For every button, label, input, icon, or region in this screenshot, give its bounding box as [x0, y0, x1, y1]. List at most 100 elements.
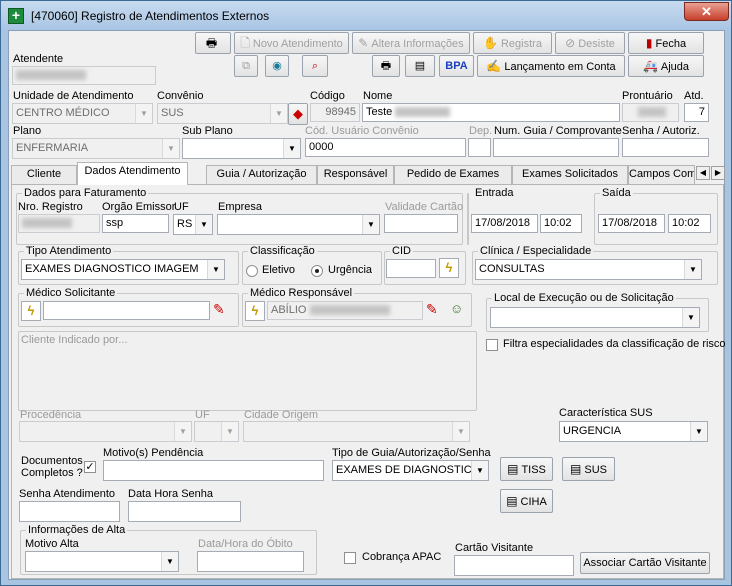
documents-button[interactable]: ▤ — [405, 55, 435, 77]
copy-button[interactable]: ⧉ — [234, 55, 258, 77]
senha-field[interactable] — [622, 138, 709, 157]
tab-pedido-exames[interactable]: Pedido de Exames — [394, 165, 512, 184]
medico-responsavel-group: Médico Responsável ϟ ABÍLIO ✎ ☺ — [242, 287, 472, 327]
medico-responsavel-lookup-icon[interactable]: ϟ — [245, 301, 265, 321]
filtra-checkbox[interactable] — [486, 339, 498, 351]
chevron-down-icon: ▼ — [174, 422, 191, 441]
codusuario-field[interactable]: 0000 — [305, 138, 466, 157]
orgao-emissor-field[interactable]: ssp — [102, 214, 169, 233]
desiste-button[interactable]: ⊘ Desiste — [555, 32, 625, 54]
tab-guia-autorizacao[interactable]: Guia / Autorização — [206, 165, 317, 184]
cidade-origem-select[interactable]: ▼ — [243, 421, 470, 442]
ciha-button[interactable]: ▤ CIHA — [500, 489, 553, 513]
entrada-time-field[interactable]: 10:02 — [540, 214, 582, 233]
chevron-down-icon: ▼ — [690, 422, 707, 441]
clinica-value: CONSULTAS — [479, 263, 545, 275]
local-execucao-select[interactable]: ▼ — [490, 307, 700, 328]
tab-panel: Dados para Faturamento Nro. Registro Org… — [11, 184, 726, 579]
entrada-caption: Entrada — [473, 187, 516, 199]
tab-cliente[interactable]: Cliente — [11, 165, 77, 184]
tipo-guia-select[interactable]: EXAMES DE DIAGNOSTICO ▼ — [332, 460, 489, 481]
sus-button[interactable]: ▤ SUS — [562, 457, 615, 481]
print-report-button[interactable]: 🖶 — [372, 55, 400, 77]
ajuda-button[interactable]: 🚑 Ajuda — [628, 55, 704, 77]
urgencia-label: Urgência — [328, 264, 373, 276]
validade-cartao-field[interactable] — [384, 214, 458, 233]
ambulance-icon: 🚑 — [642, 59, 658, 73]
ciha-label: CIHA — [520, 496, 547, 508]
cid-field[interactable] — [386, 259, 436, 278]
procedencia-select[interactable]: ▼ — [19, 421, 192, 442]
title-bar[interactable]: + [470060] Registro de Atendimentos Exte… — [1, 1, 731, 30]
subplano-select[interactable]: ▼ — [182, 138, 301, 159]
tab-dados-atendimento[interactable]: Dados Atendimento — [77, 162, 188, 185]
documentos-label-1: Documentos — [21, 455, 83, 467]
zoom-button[interactable]: ⌕ — [302, 55, 328, 77]
local-execucao-caption: Local de Execução ou de Solicitação — [492, 292, 676, 304]
edit-icon: ✎ — [358, 36, 369, 50]
tipo-atendimento-select[interactable]: EXAMES DIAGNOSTICO IMAGEM ▼ — [21, 259, 225, 280]
medico-responsavel-caption: Médico Responsável — [248, 287, 355, 299]
data-obito-field[interactable] — [197, 551, 304, 572]
documentos-completos-checkbox[interactable]: ✓ — [84, 461, 96, 473]
eletivo-radio[interactable] — [246, 265, 258, 277]
locate-button[interactable]: ◉ — [265, 55, 289, 77]
bpa-button[interactable]: BPA — [439, 55, 474, 77]
documentos-label-2: Completos ? — [21, 467, 83, 479]
registra-button[interactable]: ✋ Registra — [473, 32, 552, 54]
pen-clear-icon[interactable]: ✎ — [213, 301, 233, 321]
prontuario-field[interactable] — [622, 103, 679, 122]
senha-atendimento-field[interactable] — [19, 501, 120, 522]
cartao-visitante-field[interactable] — [454, 555, 574, 576]
cid-lookup-icon[interactable]: ϟ — [439, 258, 459, 278]
caracteristica-sus-select[interactable]: URGENCIA ▼ — [559, 421, 708, 442]
cobranca-apac-checkbox[interactable] — [344, 552, 356, 564]
motivo-pendencia-field[interactable] — [103, 460, 324, 481]
lancamento-em-conta-button[interactable]: ✍ Lançamento em Conta — [477, 55, 625, 77]
doctor-icon[interactable]: ☺ — [450, 301, 468, 319]
motivo-alta-select[interactable]: ▼ — [25, 551, 179, 572]
tab-campos-complementares[interactable]: Campos Com — [628, 165, 695, 184]
atd-field[interactable]: 7 — [684, 103, 709, 122]
associar-cartao-visitante-button[interactable]: Associar Cartão Visitante — [580, 552, 710, 574]
fecha-button[interactable]: ▮ Fecha — [628, 32, 704, 54]
altera-informacoes-button[interactable]: ✎ Altera Informações — [352, 32, 470, 54]
convenio-select[interactable]: SUS ▼ — [157, 103, 288, 124]
medico-responsavel-field[interactable]: ABÍLIO — [267, 301, 423, 320]
print-button[interactable]: 🖶 — [195, 32, 231, 54]
uf-origem-label: UF — [195, 409, 210, 421]
clinica-select[interactable]: CONSULTAS ▼ — [475, 259, 702, 280]
dep-field[interactable] — [468, 138, 491, 157]
tab-responsavel[interactable]: Responsável — [317, 165, 394, 184]
plano-select[interactable]: ENFERMARIA ▼ — [12, 138, 180, 159]
medico-solicitante-lookup-icon[interactable]: ϟ — [21, 301, 41, 321]
codigo-field[interactable]: 98945 — [310, 103, 360, 122]
empresa-select[interactable]: ▼ — [217, 214, 380, 235]
chevron-down-icon: ▼ — [283, 139, 300, 158]
atendente-field[interactable] — [12, 66, 156, 85]
novo-atendimento-button[interactable]: 🗋 Novo Atendimento — [234, 32, 349, 54]
numguia-field[interactable] — [493, 138, 619, 157]
nome-field[interactable]: Teste — [362, 103, 620, 122]
chevron-down-icon: ▼ — [452, 422, 469, 441]
tab-scroll-left-icon[interactable]: ◀ — [696, 166, 710, 180]
chevron-down-icon: ▼ — [195, 215, 212, 234]
entrada-date-field[interactable]: 17/08/2018 — [471, 214, 538, 233]
tab-scroll-right-icon[interactable]: ▶ — [711, 166, 725, 180]
alta-group: Informações de Alta Motivo Alta ▼ Data/H… — [20, 524, 317, 575]
medico-solicitante-field[interactable] — [43, 301, 210, 320]
eraser-button[interactable]: ◆ — [288, 103, 308, 125]
pen-clear-icon[interactable]: ✎ — [426, 301, 446, 321]
tiss-button[interactable]: ▤ TISS — [500, 457, 553, 481]
nro-registro-field[interactable] — [18, 214, 100, 233]
close-button[interactable]: ✕ — [684, 2, 729, 21]
saida-date-field[interactable]: 17/08/2018 — [598, 214, 665, 233]
saida-time-field[interactable]: 10:02 — [668, 214, 711, 233]
cliente-indicado-caption: Cliente Indicado por... — [21, 334, 128, 346]
uf-origem-select[interactable]: ▼ — [194, 421, 239, 442]
unidade-select[interactable]: CENTRO MÉDICO ▼ — [12, 103, 153, 124]
uf-select[interactable]: RS ▼ — [173, 214, 213, 235]
urgencia-radio[interactable] — [311, 265, 323, 277]
tab-exames-solicitados[interactable]: Exames Solicitados — [512, 165, 628, 184]
data-hora-senha-field[interactable] — [128, 501, 241, 522]
